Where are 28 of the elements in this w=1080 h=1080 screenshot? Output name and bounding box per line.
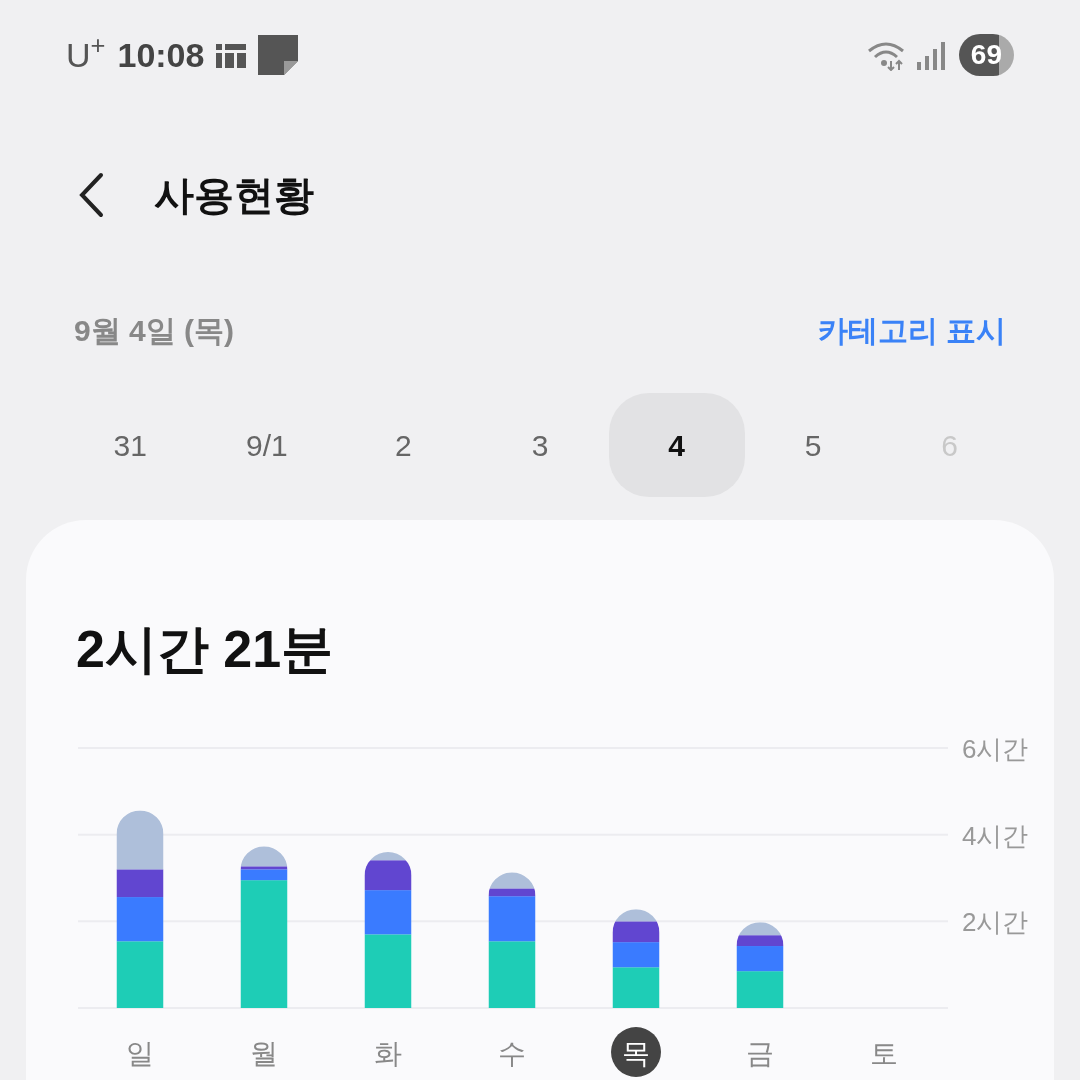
back-icon[interactable] [78, 172, 104, 218]
carrier-label: U$^{+}$ [66, 29, 106, 76]
bar-segment [736, 971, 784, 1008]
signal-icon [916, 40, 947, 70]
day-label: 토 [870, 1038, 898, 1069]
day-label: 월 [250, 1038, 278, 1069]
battery-indicator: 69 [958, 34, 1014, 76]
day-label: 금 [746, 1038, 774, 1069]
status-time: 10:08 [117, 34, 205, 76]
axis-label: 6시간 [962, 734, 1029, 764]
note-icon [258, 35, 299, 75]
date-tab[interactable]: 2 [335, 393, 472, 497]
date-label: 9월 4일 (목) [74, 312, 235, 349]
date-tab[interactable]: 4 [608, 393, 745, 497]
axis-label: 2시간 [962, 907, 1029, 938]
day-label: 수 [498, 1038, 526, 1069]
day-label: 일 [126, 1038, 154, 1069]
axis-label: 4시간 [962, 820, 1029, 851]
date-tab[interactable]: 5 [745, 393, 882, 497]
day-label: 목 [622, 1038, 650, 1069]
category-link[interactable]: 카테고리 표시 [817, 307, 1006, 353]
wifi-icon [866, 39, 905, 71]
date-tab[interactable]: 9/1 [198, 393, 335, 497]
date-tab[interactable]: 3 [472, 393, 608, 497]
page-title: 사용현황 [154, 172, 314, 219]
date-tab[interactable]: 31 [62, 393, 199, 497]
day-label: 화 [374, 1038, 402, 1069]
usage-total: 2시간 21분 [75, 619, 335, 680]
